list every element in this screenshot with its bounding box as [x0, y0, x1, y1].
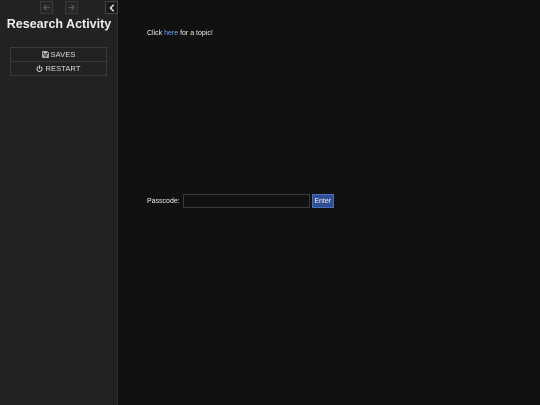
enter-button[interactable]: Enter: [311, 194, 334, 208]
chevron-left-icon: [109, 3, 114, 12]
saves-button[interactable]: SAVES: [10, 47, 107, 62]
saves-label: SAVES: [50, 50, 76, 59]
app-root: Research Activity SAVES RESTART Click he…: [0, 0, 540, 405]
history-back-button[interactable]: [40, 1, 53, 14]
prompt-text-after: for a topic!: [178, 30, 213, 37]
history-forward-button[interactable]: [65, 1, 78, 14]
topic-link[interactable]: here: [164, 30, 178, 37]
passcode-label: Passcode:: [147, 197, 180, 205]
sidebar: Research Activity SAVES RESTART: [0, 0, 118, 405]
arrow-left-icon: [43, 4, 50, 11]
story-title: Research Activity: [6, 17, 112, 31]
floppy-disk-icon: [41, 51, 49, 58]
prompt-text-before: Click: [147, 30, 165, 37]
power-icon: [37, 65, 43, 72]
arrow-right-icon: [68, 4, 75, 11]
passage: Click here for a topic! Passcode: Enter: [147, 0, 540, 405]
passcode-row: Passcode: Enter: [147, 194, 334, 208]
sidebar-collapse-button[interactable]: [105, 1, 118, 14]
topic-prompt: Click here for a topic!: [147, 30, 213, 37]
restart-button[interactable]: RESTART: [10, 62, 107, 76]
passcode-input[interactable]: [182, 194, 310, 208]
restart-label: RESTART: [45, 64, 81, 73]
